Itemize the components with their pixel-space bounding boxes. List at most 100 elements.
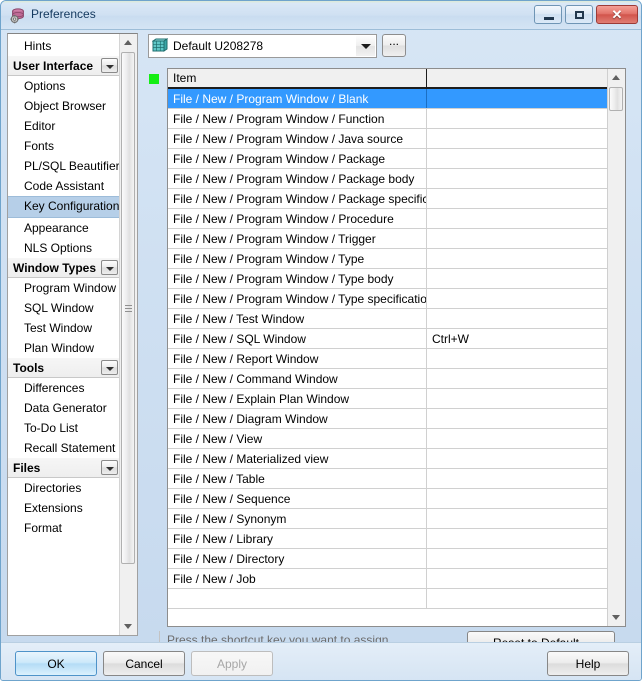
sidebar-item-nls-options[interactable]: NLS Options (8, 238, 121, 258)
table-row[interactable]: File / New / Program Window / Type speci… (168, 289, 609, 309)
cell-shortcut[interactable]: Ctrl+W (427, 329, 609, 348)
table-row[interactable]: File / New / Sequence (168, 489, 609, 509)
cell-item[interactable]: File / New / Program Window / Type speci… (168, 289, 427, 308)
table-row[interactable]: File / New / Table (168, 469, 609, 489)
cell-item[interactable]: File / New / Library (168, 529, 427, 548)
maximize-button[interactable] (565, 5, 593, 24)
chevron-down-icon[interactable] (101, 460, 118, 475)
cell-item[interactable]: File / New / SQL Window (168, 329, 427, 348)
grid-scrollbar[interactable] (607, 69, 625, 626)
sidebar-item-plan-window[interactable]: Plan Window (8, 338, 121, 358)
sidebar-item-hints[interactable]: Hints (8, 36, 121, 56)
sidebar-item-options[interactable]: Options (8, 76, 121, 96)
sidebar-item-data-generator[interactable]: Data Generator (8, 398, 121, 418)
table-row[interactable]: File / New / SQL Window Ctrl+W (168, 329, 609, 349)
sidebar-item-object-browser[interactable]: Object Browser (8, 96, 121, 116)
chevron-down-icon[interactable] (101, 260, 118, 275)
cell-shortcut[interactable] (427, 529, 609, 548)
cell-item[interactable]: File / New / View (168, 429, 427, 448)
minimize-button[interactable] (534, 5, 562, 24)
cell-item[interactable]: File / New / Program Window / Blank (168, 89, 427, 108)
cell-item[interactable]: File / New / Program Window / Java sourc… (168, 129, 427, 148)
cell-shortcut[interactable] (427, 389, 609, 408)
cell-item[interactable]: File / New / Sequence (168, 489, 427, 508)
table-row[interactable]: File / New / Directory (168, 549, 609, 569)
cell-shortcut[interactable] (427, 589, 609, 608)
table-row[interactable]: File / New / Materialized view (168, 449, 609, 469)
table-row[interactable]: File / New / Program Window / Java sourc… (168, 129, 609, 149)
cell-shortcut[interactable] (427, 349, 609, 368)
scroll-up-arrow-icon[interactable] (608, 69, 624, 86)
cell-shortcut[interactable] (427, 409, 609, 428)
sidebar-item-recall-statement[interactable]: Recall Statement (8, 438, 121, 458)
table-row[interactable]: File / New / Program Window / Package (168, 149, 609, 169)
sidebar-item-code-assistant[interactable]: Code Assistant (8, 176, 121, 196)
sidebar-item-appearance[interactable]: Appearance (8, 218, 121, 238)
cell-shortcut[interactable] (427, 129, 609, 148)
cancel-button[interactable]: Cancel (103, 651, 185, 676)
cell-shortcut[interactable] (427, 369, 609, 388)
table-row[interactable]: File / New / Diagram Window (168, 409, 609, 429)
sidebar-item-pl-sql-beautifier[interactable]: PL/SQL Beautifier (8, 156, 121, 176)
cell-shortcut[interactable] (427, 89, 609, 108)
sidebar-scrollbar-thumb[interactable] (121, 52, 135, 564)
scroll-up-arrow-icon[interactable] (120, 34, 136, 51)
table-row[interactable]: File / New / View (168, 429, 609, 449)
cell-item[interactable]: File / New / Program Window / Package (168, 149, 427, 168)
sidebar-group-window-types[interactable]: Window Types (8, 258, 121, 278)
cell-item[interactable]: File / New / Report Window (168, 349, 427, 368)
chevron-down-icon[interactable] (101, 58, 118, 73)
table-row[interactable]: File / New / Program Window / Blank (168, 89, 609, 109)
cell-shortcut[interactable] (427, 249, 609, 268)
cell-shortcut[interactable] (427, 289, 609, 308)
cell-item[interactable]: File / New / Test Window (168, 309, 427, 328)
cell-item[interactable]: File / New / Table (168, 469, 427, 488)
table-row[interactable]: File / New / Program Window / Function (168, 109, 609, 129)
sidebar-group-user-interface[interactable]: User Interface (8, 56, 121, 76)
sidebar-group-files[interactable]: Files (8, 458, 121, 478)
cell-shortcut[interactable] (427, 189, 609, 208)
cell-shortcut[interactable] (427, 109, 609, 128)
sidebar-scrollbar[interactable] (119, 34, 137, 635)
grid-scrollbar-thumb[interactable] (609, 87, 623, 111)
table-row[interactable]: File / New / Program Window / Package sp… (168, 189, 609, 209)
sidebar-group-tools[interactable]: Tools (8, 358, 121, 378)
cell-item[interactable]: File / New / Program Window / Type (168, 249, 427, 268)
cell-item[interactable]: File / New / Directory (168, 549, 427, 568)
table-row[interactable]: File / New / Synonym (168, 509, 609, 529)
cell-shortcut[interactable] (427, 509, 609, 528)
sidebar-item-differences[interactable]: Differences (8, 378, 121, 398)
table-row[interactable]: File / New / Library (168, 529, 609, 549)
cell-item[interactable]: File / New / Program Window / Function (168, 109, 427, 128)
cell-item[interactable]: File / New / Program Window / Trigger (168, 229, 427, 248)
cell-item[interactable]: File / New / Program Window / Package bo… (168, 169, 427, 188)
table-row[interactable]: File / New / Test Window (168, 309, 609, 329)
table-row[interactable]: File / New / Program Window / Package bo… (168, 169, 609, 189)
table-row[interactable]: File / New / Report Window (168, 349, 609, 369)
cell-item[interactable]: File / New / Materialized view (168, 449, 427, 468)
sidebar-item-format[interactable]: Format (8, 518, 121, 538)
sidebar-item-key-configuration[interactable]: Key Configuration (8, 196, 121, 218)
cell-shortcut[interactable] (427, 469, 609, 488)
sidebar-item-program-window[interactable]: Program Window (8, 278, 121, 298)
close-button[interactable]: ✕ (596, 5, 638, 24)
sidebar-item-extensions[interactable]: Extensions (8, 498, 121, 518)
cell-shortcut[interactable] (427, 489, 609, 508)
table-row[interactable]: File / New / Program Window / Type body (168, 269, 609, 289)
cell-item[interactable]: File / New / Program Window / Type body (168, 269, 427, 288)
cell-shortcut[interactable] (427, 229, 609, 248)
browse-preference-sets-button[interactable]: ... (382, 34, 406, 57)
sidebar-item-sql-window[interactable]: SQL Window (8, 298, 121, 318)
sidebar-item-editor[interactable]: Editor (8, 116, 121, 136)
key-configuration-grid[interactable]: Item File / New / Program Window / Blank… (167, 68, 626, 627)
sidebar-item-fonts[interactable]: Fonts (8, 136, 121, 156)
ok-button[interactable]: OK (15, 651, 97, 676)
cell-shortcut[interactable] (427, 549, 609, 568)
table-row[interactable]: File / New / Job (168, 569, 609, 589)
table-row[interactable]: File / New / Command Window (168, 369, 609, 389)
cell-item[interactable]: File / New / Program Window / Package sp… (168, 189, 427, 208)
preference-set-combobox[interactable]: Default U208278 (148, 34, 377, 58)
cell-item[interactable]: File / New / Explain Plan Window (168, 389, 427, 408)
scroll-down-arrow-icon[interactable] (608, 609, 624, 626)
cell-item[interactable]: File / New / Program Window / Procedure (168, 209, 427, 228)
